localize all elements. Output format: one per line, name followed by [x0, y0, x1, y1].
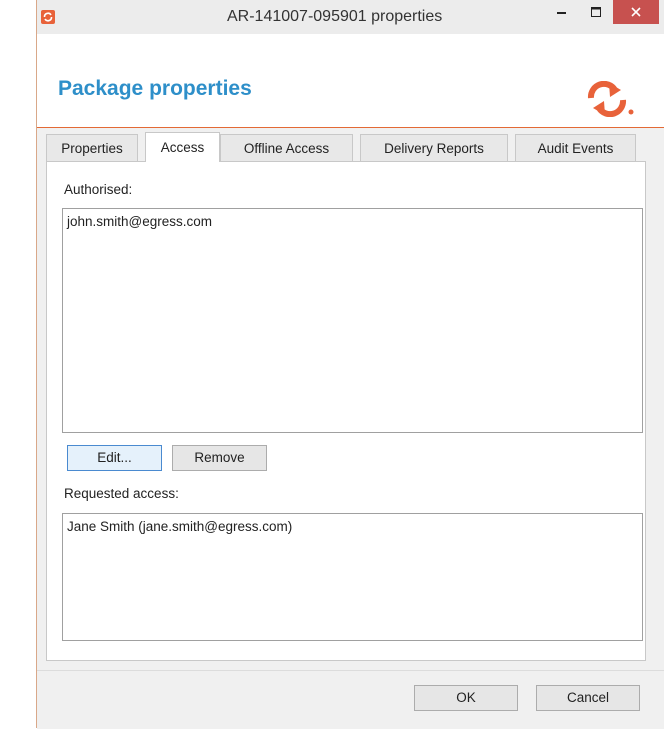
window-title-text: AR-141007-095901 properties [227, 8, 443, 25]
requested-access-label: Requested access: [64, 486, 179, 501]
page-title: Package properties [58, 77, 252, 100]
maximize-button[interactable] [579, 0, 613, 24]
close-button[interactable] [613, 0, 659, 24]
authorised-list[interactable]: john.smith@egress.com [62, 208, 643, 433]
egress-logo-icon [585, 80, 637, 120]
edit-button[interactable]: Edit... [67, 445, 162, 471]
remove-button[interactable]: Remove [172, 445, 267, 471]
background-area [0, 0, 36, 728]
tab-properties[interactable]: Properties [46, 134, 138, 161]
ok-button[interactable]: OK [414, 685, 518, 711]
dialog-header: Package properties [37, 34, 664, 128]
cancel-button[interactable]: Cancel [536, 685, 640, 711]
authorised-label: Authorised: [64, 182, 133, 197]
tab-access[interactable]: Access [145, 132, 220, 162]
dialog-footer: OK Cancel [37, 670, 664, 729]
close-icon [631, 7, 641, 17]
minimize-icon [557, 12, 566, 14]
minimize-button[interactable] [545, 0, 579, 24]
tab-offline-access[interactable]: Offline Access [220, 134, 353, 161]
list-item[interactable]: Jane Smith (jane.smith@egress.com) [67, 519, 292, 534]
tab-audit-events[interactable]: Audit Events [515, 134, 636, 161]
window-title: AR-141007-095901 properties [37, 0, 514, 34]
maximize-icon [590, 7, 601, 17]
tab-strip: Properties Access Offline Access Deliver… [37, 128, 664, 162]
tab-delivery-reports[interactable]: Delivery Reports [360, 134, 508, 161]
title-bar[interactable]: AR-141007-095901 properties [37, 0, 664, 34]
requested-access-list[interactable]: Jane Smith (jane.smith@egress.com) [62, 513, 643, 641]
list-item[interactable]: john.smith@egress.com [67, 214, 212, 229]
access-tab-panel: Authorised: john.smith@egress.com Edit..… [46, 161, 646, 661]
properties-dialog: AR-141007-095901 properties Package prop… [36, 0, 664, 729]
